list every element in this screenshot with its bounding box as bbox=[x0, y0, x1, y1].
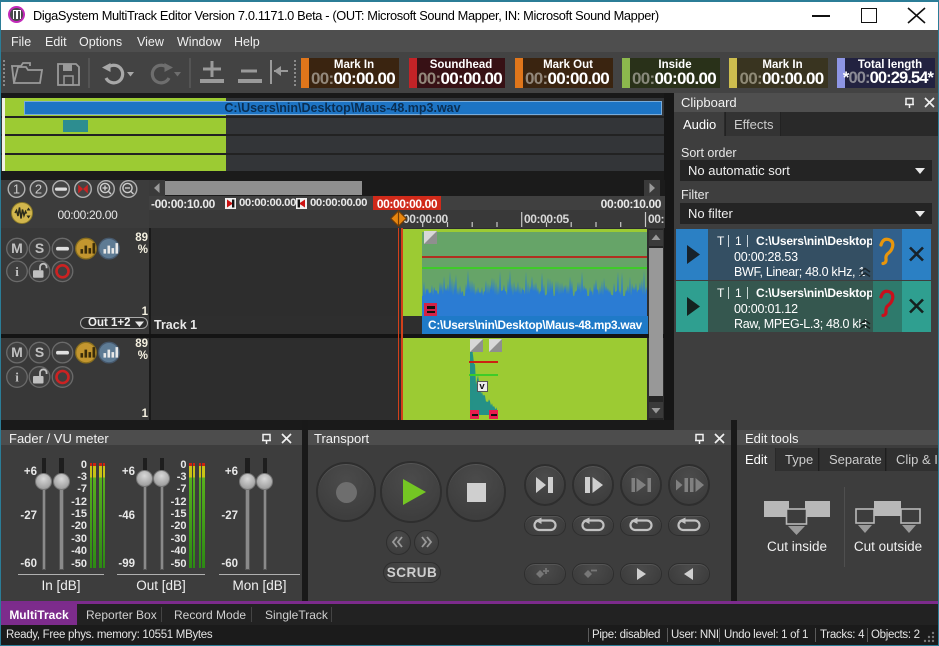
svg-text:2: 2 bbox=[35, 182, 42, 197]
svg-text:M: M bbox=[11, 344, 23, 360]
svg-text:i: i bbox=[15, 264, 19, 279]
svg-text:S: S bbox=[35, 344, 44, 360]
svg-text:M: M bbox=[11, 240, 23, 256]
svg-text:S: S bbox=[35, 240, 44, 256]
svg-text:1: 1 bbox=[13, 182, 20, 197]
svg-text:i: i bbox=[15, 370, 19, 385]
